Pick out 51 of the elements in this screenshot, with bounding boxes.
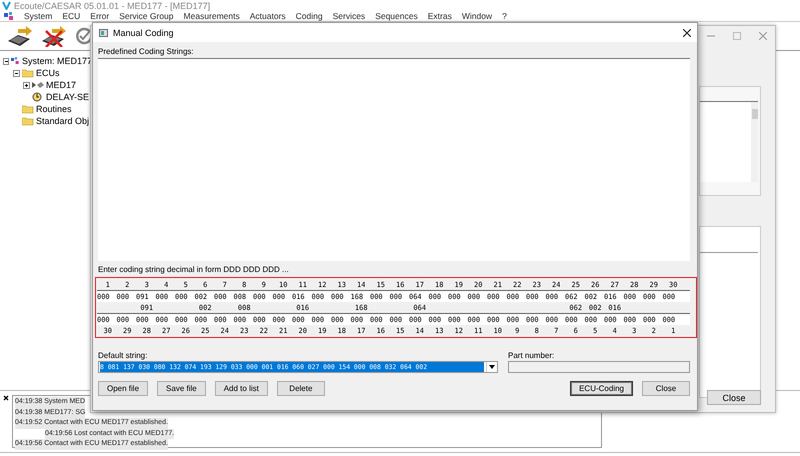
tree-item[interactable]: MED17 [46, 80, 76, 90]
disconnect-icon[interactable] [40, 25, 68, 47]
window-title: Ecoute/CAESAR 05.01.01 - MED177 - [MED177] [14, 0, 210, 10]
system-menu-icon [4, 12, 14, 20]
menu-item[interactable]: System [24, 11, 52, 21]
close-icon[interactable] [683, 28, 691, 36]
menu-item[interactable]: Extras [428, 11, 452, 21]
menu-item[interactable]: Window [462, 11, 492, 21]
close-button[interactable]: Close [707, 390, 761, 405]
clock-icon [32, 92, 44, 102]
dialog-button[interactable]: Delete [276, 381, 325, 396]
dialog-title: Manual Coding [113, 28, 175, 38]
system-icon [10, 56, 20, 66]
menu-item[interactable]: ECU [62, 11, 80, 21]
collapse-toggle[interactable] [13, 70, 20, 76]
folder-icon [22, 68, 34, 78]
v-logo-icon [2, 1, 11, 10]
menu-item[interactable]: Measurements [184, 11, 240, 21]
coding-string-label: Enter coding string decimal in form DDD DDD DDD ... [98, 264, 290, 275]
dialog-app-icon [99, 28, 108, 36]
predefined-strings-label: Predefined Coding Strings: [98, 46, 195, 57]
menu-item[interactable]: Services [332, 11, 366, 21]
menu-item[interactable]: Coding [296, 11, 323, 21]
dialog-button[interactable]: Add to list [214, 381, 268, 396]
scrollbar[interactable] [751, 102, 758, 182]
ecu-module-icon [32, 80, 44, 90]
part-number-label: Part number: [508, 350, 556, 361]
part-number-field[interactable] [508, 361, 690, 373]
close-icon[interactable] [3, 395, 9, 401]
folder-icon [22, 104, 34, 114]
dialog-button[interactable]: ECU-Coding [570, 381, 633, 396]
menu-item[interactable]: ? [502, 11, 507, 21]
scroll-thumb[interactable] [752, 109, 758, 119]
dropdown-caret-icon[interactable] [489, 365, 495, 369]
dialog-button[interactable]: Save file [157, 381, 206, 396]
dialog-button[interactable]: Open file [98, 381, 148, 396]
tree-item[interactable]: Standard Obj [36, 116, 90, 126]
expand-toggle[interactable] [23, 82, 30, 88]
tree-item[interactable]: ECUs [36, 68, 60, 78]
menu-item[interactable]: Sequences [375, 11, 418, 21]
dialog-button[interactable]: Close [642, 381, 690, 396]
connect-icon[interactable] [6, 25, 34, 47]
menu-item[interactable]: Error [90, 11, 110, 21]
folder-icon [22, 116, 34, 126]
tree-item[interactable]: Routines [36, 104, 72, 114]
collapse-toggle[interactable] [3, 58, 9, 64]
tree-item[interactable]: DELAY-SE [46, 92, 90, 102]
menu-item[interactable]: Service Group [119, 11, 174, 21]
tree-item[interactable]: System: MED177 [22, 56, 92, 66]
default-string-label: Default string: [98, 350, 148, 361]
menu-item[interactable]: Actuators [250, 11, 286, 21]
